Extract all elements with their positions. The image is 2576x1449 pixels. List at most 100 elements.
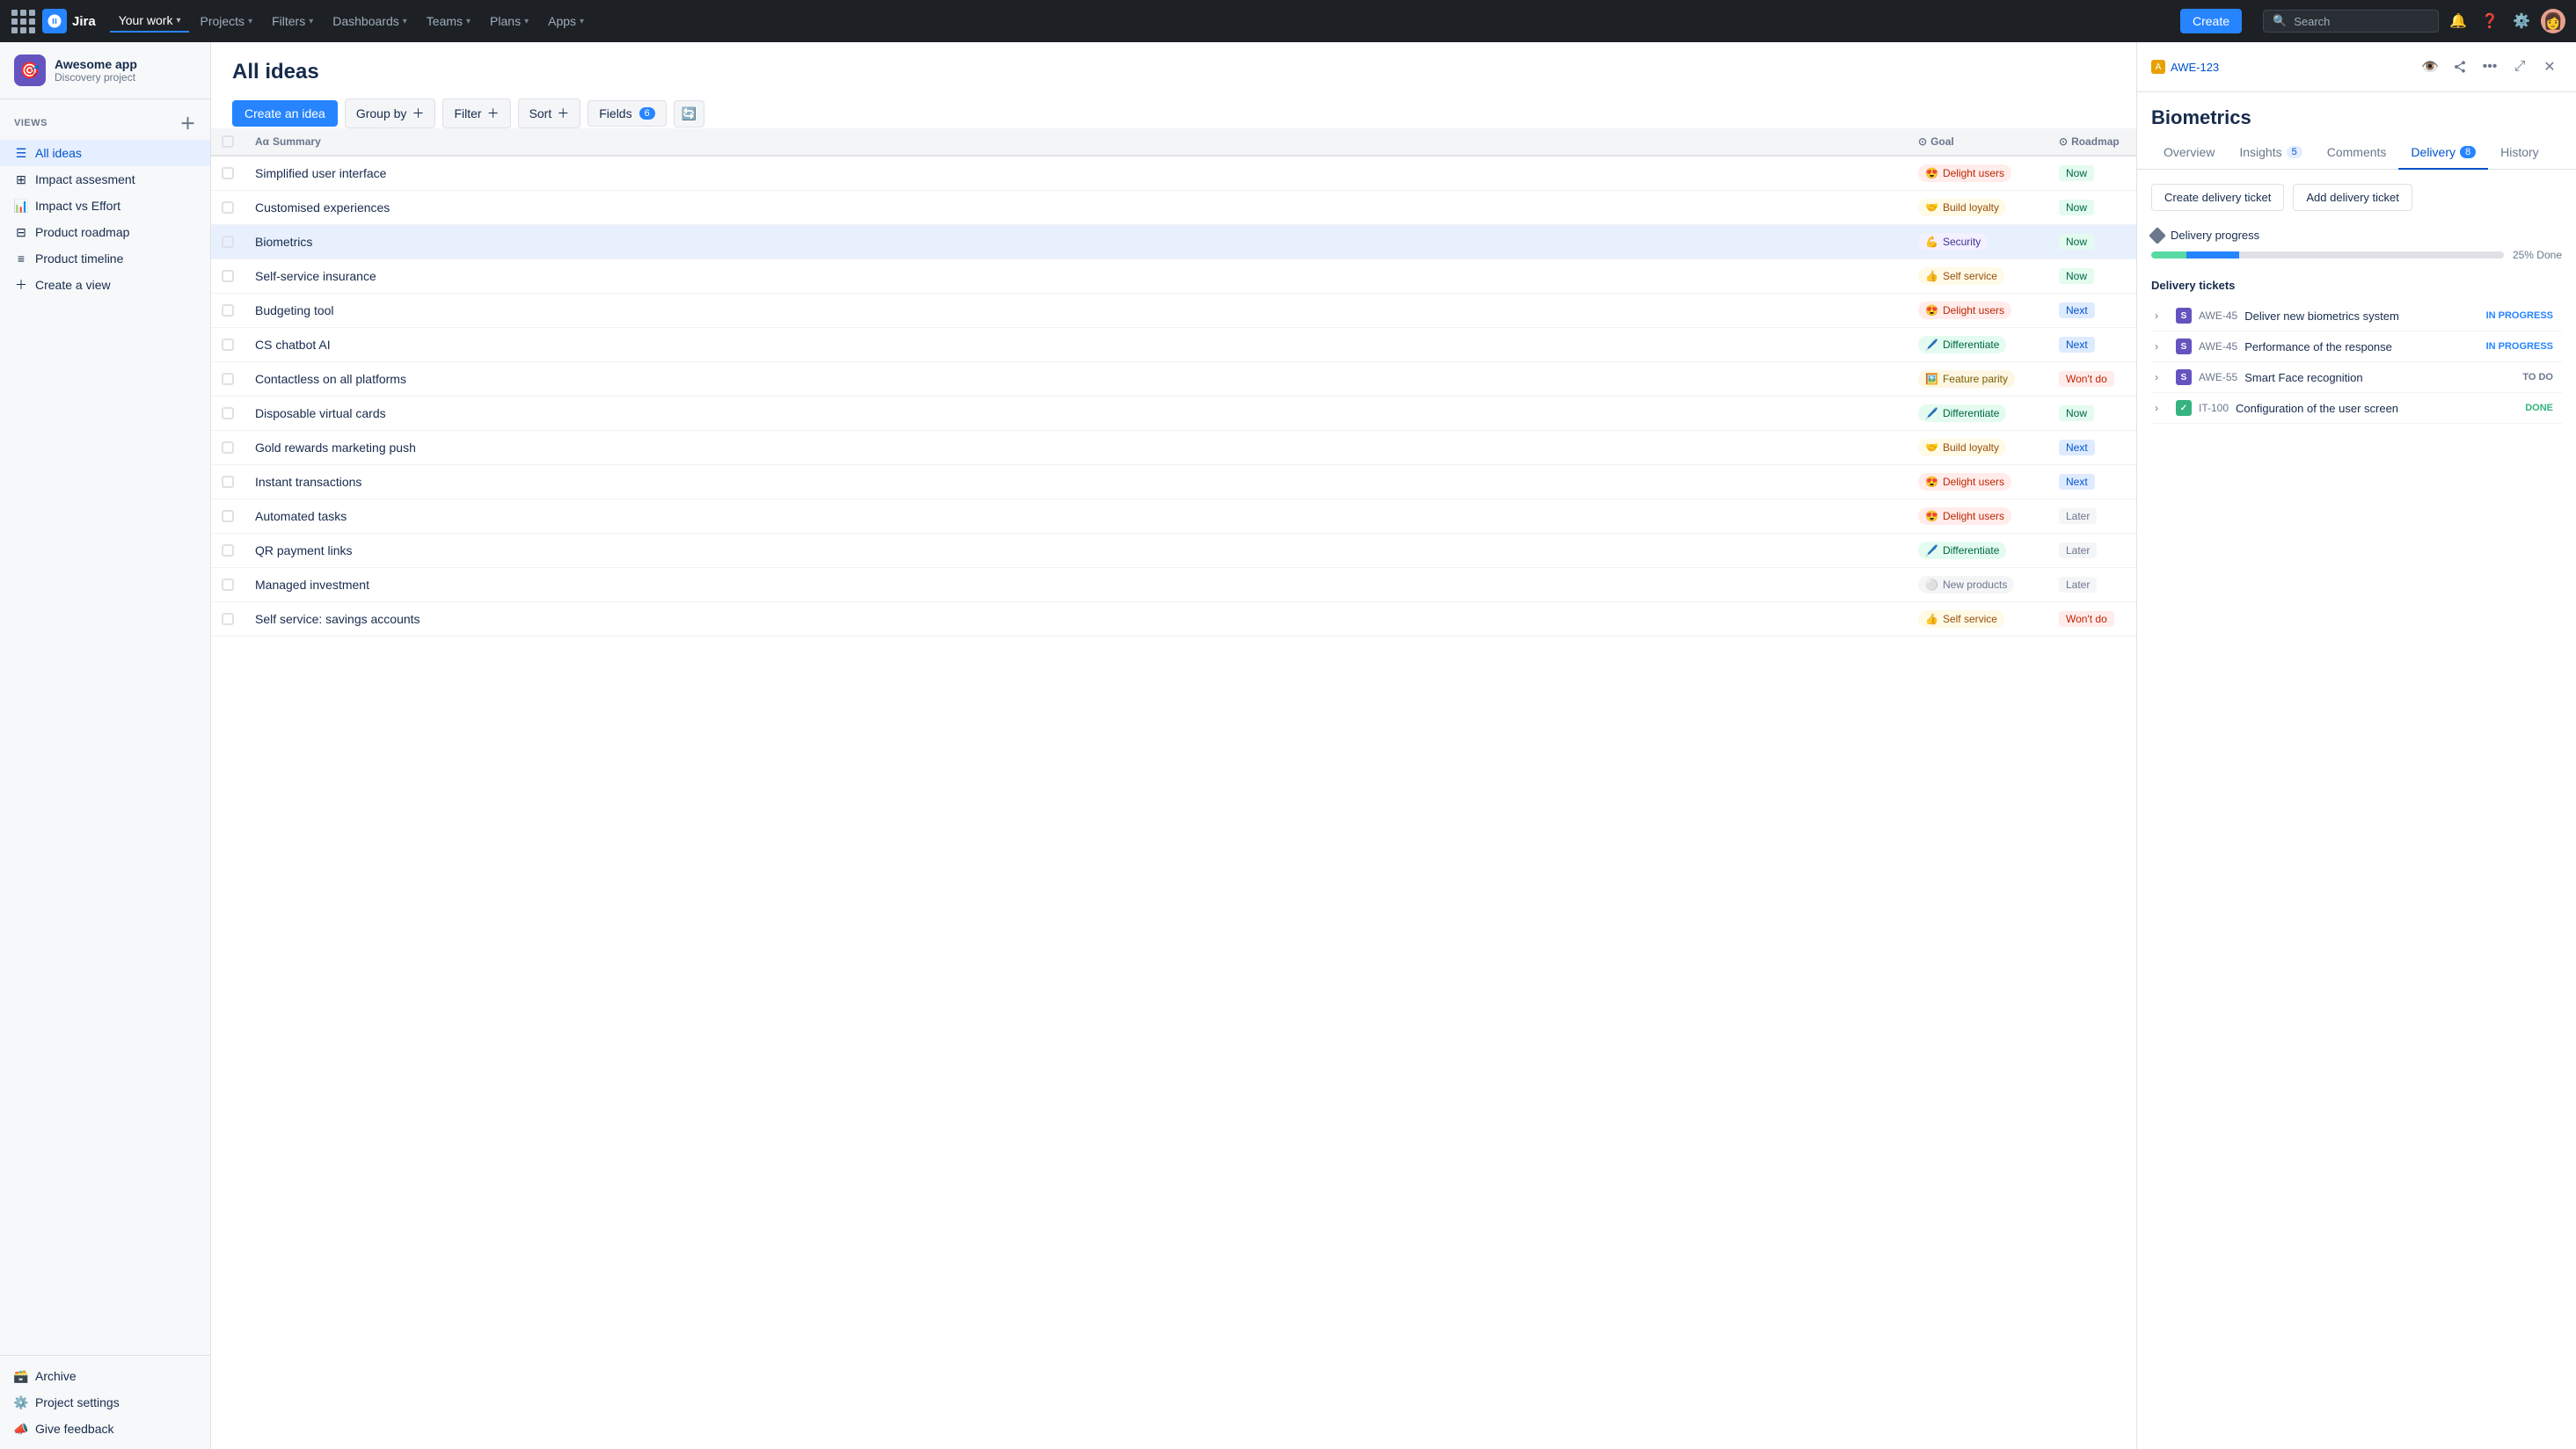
nav-dashboards[interactable]: Dashboards ▾ [324,11,416,32]
goal-tag[interactable]: 🖼️ Feature parity [1918,370,2015,388]
goal-tag[interactable]: 😍 Delight users [1918,473,2011,491]
ticket-chevron-icon[interactable]: › [2155,340,2169,353]
table-row[interactable]: Disposable virtual cards 🖊️ Differentiat… [211,397,2136,431]
sidebar-item-project-settings[interactable]: ⚙️ Project settings [0,1389,210,1416]
table-row[interactable]: Biometrics 💪 Security Now [211,225,2136,259]
add-delivery-ticket-button[interactable]: Add delivery ticket [2293,184,2412,211]
goal-tag[interactable]: 🤝 Build loyalty [1918,199,2006,216]
goal-tag[interactable]: 👍 Self service [1918,610,2004,628]
ticket-chevron-icon[interactable]: › [2155,402,2169,414]
goal-tag[interactable]: 👍 Self service [1918,267,2004,285]
nav-plans[interactable]: Plans ▾ [481,11,537,32]
delivery-ticket-row[interactable]: › S AWE-45 Performance of the response I… [2151,331,2562,362]
roadmap-tag[interactable]: Next [2059,302,2095,318]
sort-button[interactable]: Sort ＋ [518,98,581,128]
select-all-header[interactable] [211,128,244,156]
goal-tag[interactable]: 🖊️ Differentiate [1918,542,2006,559]
table-row[interactable]: Automated tasks 😍 Delight users Later [211,499,2136,534]
share-button[interactable] [2448,55,2472,79]
tab-comments[interactable]: Comments [2315,136,2399,170]
table-row[interactable]: QR payment links 🖊️ Differentiate Later [211,534,2136,568]
sidebar-item-archive[interactable]: 🗃️ Archive [0,1363,210,1389]
row-checkbox[interactable] [222,373,234,385]
roadmap-tag[interactable]: Next [2059,474,2095,490]
row-checkbox[interactable] [222,613,234,625]
apps-menu-button[interactable] [11,9,35,33]
filter-button[interactable]: Filter ＋ [442,98,510,128]
search-box[interactable]: 🔍 Search [2263,10,2439,33]
table-row[interactable]: Contactless on all platforms 🖼️ Feature … [211,362,2136,397]
goal-tag[interactable]: 🖊️ Differentiate [1918,404,2006,422]
watch-button[interactable]: 👁️ [2418,55,2442,79]
row-checkbox[interactable] [222,201,234,214]
roadmap-tag[interactable]: Now [2059,234,2094,250]
table-row[interactable]: Self-service insurance 👍 Self service No… [211,259,2136,294]
roadmap-tag[interactable]: Now [2059,268,2094,284]
project-header[interactable]: 🎯 Awesome app Discovery project [0,42,210,99]
tab-insights[interactable]: Insights 5 [2227,136,2314,170]
row-checkbox[interactable] [222,236,234,248]
fields-button[interactable]: Fields 6 [587,100,666,127]
row-checkbox[interactable] [222,407,234,419]
goal-tag[interactable]: ⚪ New products [1918,576,2014,593]
jira-logo[interactable]: Jira [42,9,96,33]
tab-overview[interactable]: Overview [2151,136,2227,170]
nav-projects[interactable]: Projects ▾ [191,11,261,32]
roadmap-tag[interactable]: Later [2059,508,2097,524]
roadmap-tag[interactable]: Won't do [2059,611,2114,627]
nav-your-work[interactable]: Your work ▾ [110,10,190,33]
sidebar-item-impact-assessment[interactable]: ⊞ Impact assesment [0,166,210,193]
tab-delivery[interactable]: Delivery 8 [2398,136,2488,170]
ticket-chevron-icon[interactable]: › [2155,371,2169,383]
goal-tag[interactable]: 😍 Delight users [1918,507,2011,525]
more-options-button[interactable]: ••• [2477,55,2502,79]
create-idea-button[interactable]: Create an idea [232,100,338,127]
goal-tag[interactable]: 🖊️ Differentiate [1918,336,2006,353]
table-row[interactable]: CS chatbot AI 🖊️ Differentiate Next [211,328,2136,362]
create-button[interactable]: Create [2180,9,2242,33]
row-checkbox[interactable] [222,167,234,179]
table-row[interactable]: Simplified user interface 😍 Delight user… [211,156,2136,191]
notifications-button[interactable]: 🔔 [2446,9,2470,33]
table-row[interactable]: Customised experiences 🤝 Build loyalty N… [211,191,2136,225]
goal-tag[interactable]: 😍 Delight users [1918,302,2011,319]
row-checkbox[interactable] [222,270,234,282]
table-row[interactable]: Self service: savings accounts 👍 Self se… [211,602,2136,637]
delivery-ticket-row[interactable]: › S AWE-55 Smart Face recognition TO DO [2151,362,2562,393]
roadmap-tag[interactable]: Next [2059,337,2095,353]
delivery-ticket-row[interactable]: › ✓ IT-100 Configuration of the user scr… [2151,393,2562,424]
nav-filters[interactable]: Filters ▾ [263,11,322,32]
table-row[interactable]: Instant transactions 😍 Delight users Nex… [211,465,2136,499]
expand-button[interactable]: ⤢ [2507,55,2532,79]
row-checkbox[interactable] [222,304,234,317]
roadmap-tag[interactable]: Later [2059,542,2097,558]
help-button[interactable]: ❓ [2477,9,2502,33]
sidebar-item-impact-effort[interactable]: 📊 Impact vs Effort [0,193,210,219]
roadmap-tag[interactable]: Later [2059,577,2097,593]
sidebar-item-give-feedback[interactable]: 📣 Give feedback [0,1416,210,1442]
delivery-ticket-row[interactable]: › S AWE-45 Deliver new biometrics system… [2151,301,2562,331]
roadmap-tag[interactable]: Now [2059,405,2094,421]
sidebar-item-product-roadmap[interactable]: ⊟ Product roadmap [0,219,210,245]
nav-teams[interactable]: Teams ▾ [418,11,479,32]
tab-history[interactable]: History [2488,136,2551,170]
goal-tag[interactable]: 🤝 Build loyalty [1918,439,2006,456]
nav-apps[interactable]: Apps ▾ [539,11,593,32]
row-checkbox[interactable] [222,544,234,557]
ticket-chevron-icon[interactable]: › [2155,309,2169,322]
add-view-icon[interactable]: ＋ [180,112,197,135]
close-button[interactable]: ✕ [2537,55,2562,79]
goal-tag[interactable]: 💪 Security [1918,233,1988,251]
sidebar-item-all-ideas[interactable]: ☰ All ideas [0,140,210,166]
row-checkbox[interactable] [222,339,234,351]
roadmap-tag[interactable]: Next [2059,440,2095,455]
settings-button[interactable]: ⚙️ [2509,9,2534,33]
row-checkbox[interactable] [222,510,234,522]
create-delivery-ticket-button[interactable]: Create delivery ticket [2151,184,2284,211]
row-checkbox[interactable] [222,579,234,591]
row-checkbox[interactable] [222,441,234,454]
refresh-button[interactable]: 🔄 [674,100,704,127]
table-row[interactable]: Budgeting tool 😍 Delight users Next [211,294,2136,328]
group-by-button[interactable]: Group by ＋ [345,98,436,128]
table-row[interactable]: Managed investment ⚪ New products Later [211,568,2136,602]
